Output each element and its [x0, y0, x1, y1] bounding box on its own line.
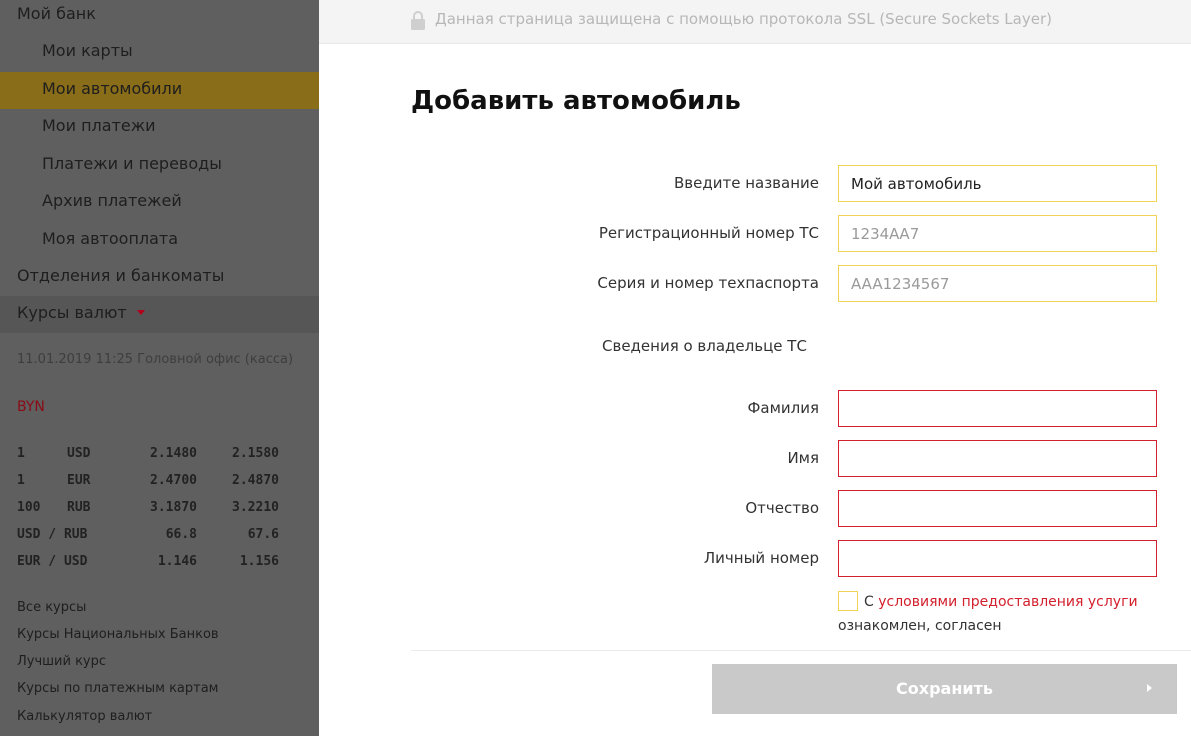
- link-all-rates[interactable]: Все курсы: [17, 600, 86, 615]
- rate-sell: 2.4870: [232, 473, 279, 488]
- reg-number-input[interactable]: [838, 215, 1157, 252]
- sidebar-item-label: Платежи и переводы: [42, 154, 222, 173]
- lock-icon: [411, 11, 425, 30]
- sidebar-item-my-payments[interactable]: Мои платежи: [0, 109, 319, 146]
- rate-code: EUR: [67, 473, 91, 488]
- rate-sell: 3.2210: [232, 500, 279, 515]
- link-card-rates[interactable]: Курсы по платежным картам: [17, 681, 218, 696]
- link-best-rate[interactable]: Лучший курс: [17, 654, 106, 669]
- rate-pair: EUR / USD: [17, 554, 88, 569]
- divider: [411, 650, 1191, 651]
- patronymic-input[interactable]: [838, 490, 1157, 527]
- surname-label: Фамилия: [747, 399, 819, 417]
- patronymic-label: Отчество: [745, 499, 819, 517]
- rate-row: EUR / USD 1.146 1.156: [17, 554, 287, 574]
- agreement-suffix: ознакомлен, согласен: [838, 618, 1002, 634]
- rate-buy: 2.4700: [150, 473, 197, 488]
- sidebar-item-label: Мои платежи: [42, 116, 156, 135]
- sidebar-item-label: Мои автомобили: [42, 79, 183, 98]
- reg-number-label: Регистрационный номер ТС: [598, 224, 819, 242]
- rate-amount: 1: [17, 473, 25, 488]
- sidebar-item-payments-archive[interactable]: Архив платежей: [0, 184, 319, 221]
- rate-amount: 1: [17, 446, 25, 461]
- sidebar-item-label: Мои карты: [42, 41, 133, 60]
- car-name-input[interactable]: [838, 165, 1157, 202]
- agreement-text: С условиями предоставления услуги: [864, 594, 1138, 610]
- sidebar-item-payments-transfers[interactable]: Платежи и переводы: [0, 147, 319, 184]
- caret-down-icon: [136, 310, 145, 315]
- sidebar-item-label: Архив платежей: [42, 191, 182, 210]
- sidebar-item-label: Курсы валют: [17, 303, 127, 322]
- sidebar-item-my-bank[interactable]: Мой банк: [0, 0, 319, 34]
- first-name-input[interactable]: [838, 440, 1157, 477]
- sidebar-item-label: Отделения и банкоматы: [17, 266, 225, 285]
- rate-buy: 2.1480: [150, 446, 197, 461]
- sidebar-item-label: Мой банк: [17, 4, 96, 23]
- rate-sell: 2.1580: [232, 446, 279, 461]
- agreement-prefix: С: [864, 594, 874, 610]
- personal-number-label: Личный номер: [703, 549, 819, 567]
- ssl-notice-text: Данная страница защищена с помощью прото…: [435, 10, 1052, 28]
- rate-row: 1 USD 2.1480 2.1580: [17, 446, 287, 466]
- link-currency-calculator[interactable]: Калькулятор валют: [17, 709, 152, 724]
- sidebar-item-exchange-rates[interactable]: Курсы валют: [0, 296, 319, 333]
- rate-buy: 66.8: [165, 527, 197, 542]
- rate-code: RUB: [67, 500, 91, 515]
- sidebar-item-my-cars[interactable]: Мои автомобили: [0, 72, 319, 109]
- tech-passport-label: Серия и номер техпаспорта: [597, 274, 819, 292]
- ssl-notice-bar: Данная страница защищена с помощью прото…: [319, 0, 1191, 44]
- rate-buy: 3.1870: [150, 500, 197, 515]
- save-button[interactable]: Сохранить: [712, 664, 1177, 714]
- rate-row: USD / RUB 66.8 67.6: [17, 527, 287, 547]
- rate-row: 100 RUB 3.1870 3.2210: [17, 500, 287, 520]
- arrow-right-icon: [1147, 684, 1152, 692]
- rate-sell: 67.6: [247, 527, 279, 542]
- personal-number-input[interactable]: [838, 540, 1157, 577]
- car-name-label: Введите название: [673, 174, 819, 192]
- rate-code: USD: [67, 446, 91, 461]
- rates-timestamp: 11.01.2019 11:25 Головной офис (касса): [17, 352, 294, 367]
- link-national-bank-rates[interactable]: Курсы Национальных Банков: [17, 627, 219, 642]
- rate-sell: 1.156: [239, 554, 279, 569]
- first-name-label: Имя: [787, 449, 819, 467]
- rate-buy: 1.146: [157, 554, 197, 569]
- terms-link[interactable]: условиями предоставления услуги: [878, 594, 1137, 610]
- sidebar-item-label: Моя автооплата: [42, 229, 179, 248]
- rate-amount: 100: [17, 500, 41, 515]
- sidebar-item-branches-atms[interactable]: Отделения и банкоматы: [0, 259, 319, 296]
- sidebar-item-autopay[interactable]: Моя автооплата: [0, 222, 319, 259]
- owner-section-heading: Сведения о владельце ТС: [602, 337, 807, 355]
- rate-pair: USD / RUB: [17, 527, 88, 542]
- sidebar-item-my-cards[interactable]: Мои карты: [0, 34, 319, 71]
- tech-passport-input[interactable]: [838, 265, 1157, 302]
- save-button-label: Сохранить: [896, 679, 993, 698]
- rate-row: 1 EUR 2.4700 2.4870: [17, 473, 287, 493]
- page-title: Добавить автомобиль: [411, 86, 741, 116]
- sidebar: Мой банк Мои карты Мои автомобили Мои пл…: [0, 0, 319, 736]
- surname-input[interactable]: [838, 390, 1157, 427]
- agreement-checkbox[interactable]: [838, 591, 858, 611]
- rates-base-currency: BYN: [17, 399, 45, 415]
